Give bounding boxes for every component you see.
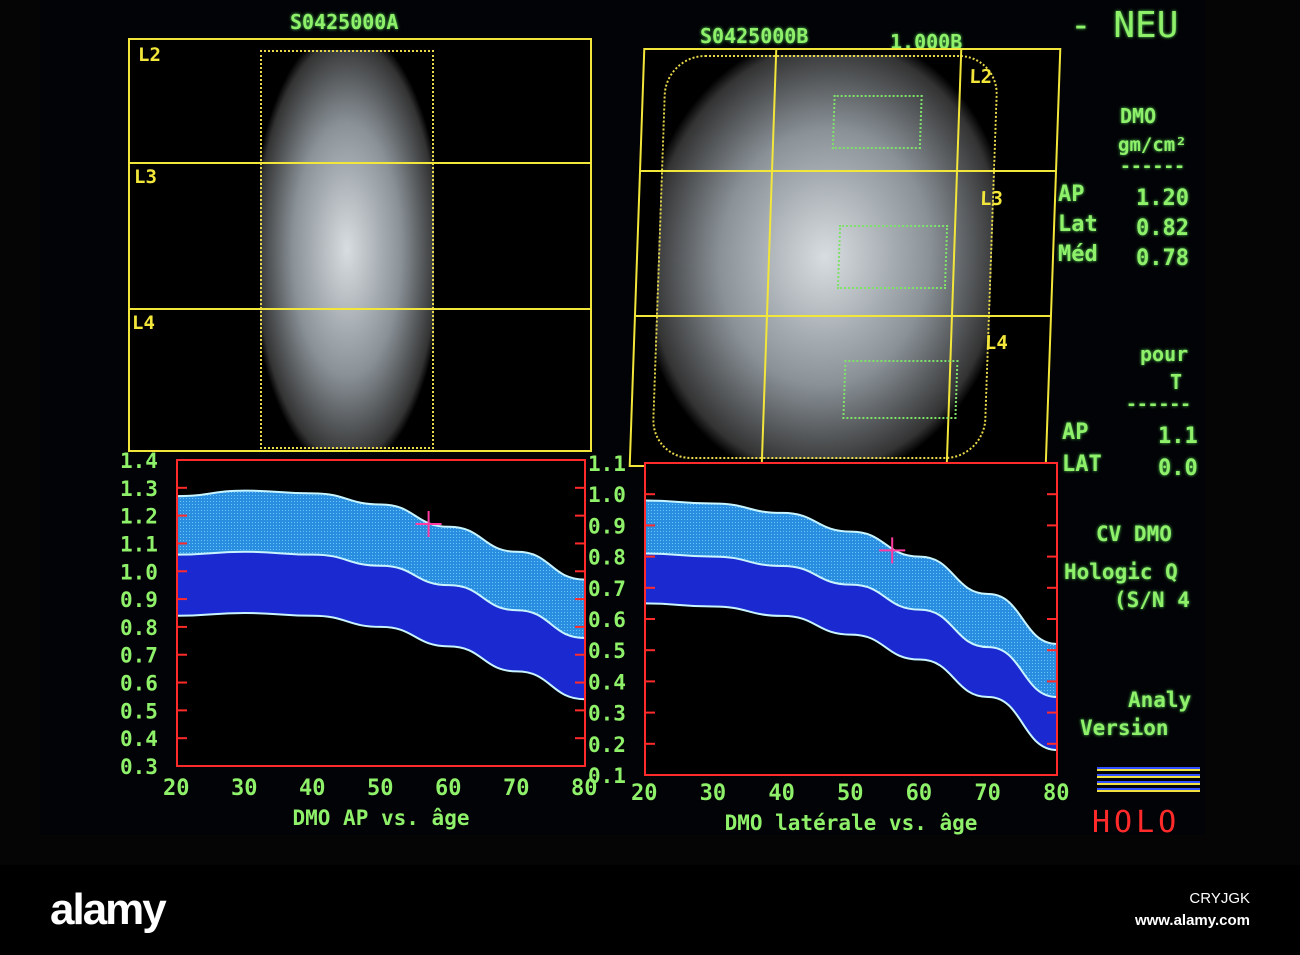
x-tick-label: 40 <box>299 776 326 801</box>
y-tick-label: 0.3 <box>588 702 626 726</box>
alamy-url: www.alamy.com <box>1134 912 1250 929</box>
chart-title: DMO latérale vs. âge <box>725 811 978 835</box>
y-tick-label: 1.1 <box>120 532 158 556</box>
y-tick-label: 0.8 <box>588 546 626 570</box>
watermark-footer: alamy CRYJGK www.alamy.com <box>0 865 1300 955</box>
y-tick-label: 0.3 <box>120 755 158 779</box>
x-tick-label: 20 <box>631 781 658 806</box>
y-tick-label: 1.4 <box>120 449 158 473</box>
x-tick-label: 70 <box>974 781 1001 806</box>
x-tick-label: 60 <box>435 776 462 801</box>
x-tick-label: 80 <box>1043 781 1070 806</box>
y-tick-label: 0.2 <box>588 733 626 757</box>
y-tick-label: 0.9 <box>588 514 626 538</box>
y-tick-label: 1.3 <box>120 477 158 501</box>
y-tick-label: 0.4 <box>120 727 158 751</box>
x-tick-label: 60 <box>906 781 933 806</box>
y-tick-label: 0.5 <box>120 699 158 723</box>
y-tick-label: 0.7 <box>588 577 626 601</box>
y-tick-label: 1.2 <box>120 505 158 529</box>
y-tick-label: 0.8 <box>120 616 158 640</box>
y-tick-label: 0.1 <box>588 764 626 788</box>
y-tick-label: 0.5 <box>588 639 626 663</box>
x-tick-label: 50 <box>367 776 394 801</box>
chart-title: DMO AP vs. âge <box>292 806 469 830</box>
x-tick-label: 50 <box>837 781 864 806</box>
chart-ap: 1.4 1.3 1.2 1.1 1.0 0.9 0.8 0.7 0.6 0.5 0.4 0.320 30… <box>120 449 598 830</box>
y-tick-label: 1.0 <box>120 560 158 584</box>
x-tick-label: 70 <box>503 776 530 801</box>
y-tick-label: 0.6 <box>120 672 158 696</box>
x-tick-label: 30 <box>700 781 727 806</box>
bmd-charts: 1.41.31.21.11.00.90.80.70.60.50.40.320 30… <box>120 449 1070 835</box>
chart-lateral: 1.1 1.0 0.9 0.8 0.7 0.6 0.5 0.4 0.3 0.2 0.120 30 40 5… <box>588 452 1070 835</box>
x-tick-label: 20 <box>163 776 190 801</box>
y-tick-label: 1.0 <box>588 483 626 507</box>
x-tick-label: 40 <box>768 781 795 806</box>
image-code: CRYJGK <box>1189 890 1250 907</box>
y-tick-label: 0.6 <box>588 608 626 632</box>
y-tick-label: 0.7 <box>120 644 158 668</box>
alamy-logo: alamy <box>50 885 167 934</box>
y-tick-label: 0.4 <box>588 670 626 694</box>
y-tick-label: 0.9 <box>120 588 158 612</box>
x-tick-label: 30 <box>231 776 258 801</box>
y-tick-label: 1.1 <box>588 452 626 476</box>
